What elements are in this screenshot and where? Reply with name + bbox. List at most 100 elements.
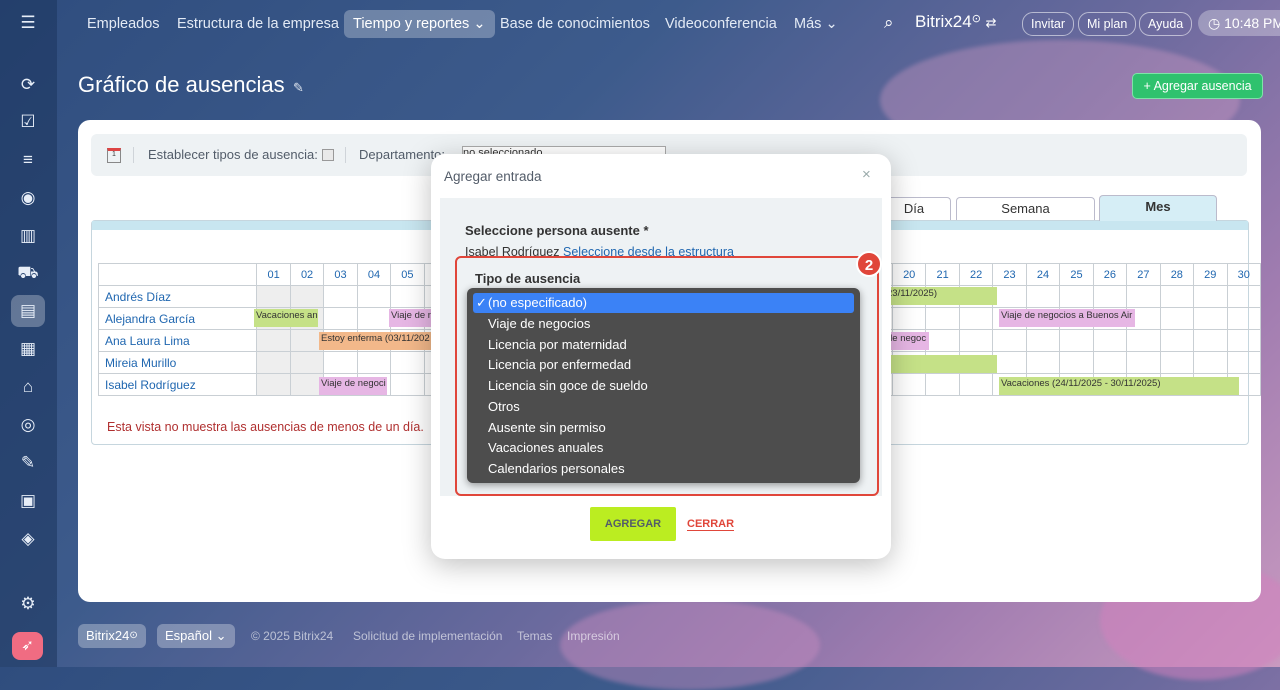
clock-widget[interactable]: ◷ 10:48 PM [1198, 10, 1280, 36]
option-licencia-sin-goce[interactable]: Licencia sin goce de sueldo [473, 376, 854, 396]
calendar-icon[interactable]: ▦ [17, 338, 39, 360]
nav-videoconferencia[interactable]: Videoconferencia [665, 10, 777, 38]
tasks-icon[interactable]: ☑ [17, 111, 39, 133]
calendar-icon[interactable]: 1 [107, 148, 121, 163]
day-cell [256, 351, 291, 374]
cart-icon[interactable]: ⛟ [17, 262, 39, 284]
day-cell [891, 373, 927, 396]
language-button[interactable]: Español ⌄ [157, 624, 235, 648]
clock-icon: ◷ [1208, 15, 1221, 31]
day-cell [1226, 351, 1261, 374]
pin-icon[interactable]: ✎ [293, 80, 304, 96]
feed-icon[interactable]: ⟳ [17, 74, 39, 96]
absence-type-dropdown[interactable]: ✓ (no especificado) Viaje de negocios Lic… [467, 288, 860, 483]
day-cell [1193, 285, 1228, 308]
person-link[interactable]: Alejandra García [97, 307, 258, 330]
day-cell [891, 307, 927, 330]
absence-type-label: Tipo de ausencia [475, 271, 581, 286]
person-link[interactable]: Andrés Díaz [97, 285, 258, 308]
left-sidebar: ☰ ⟳ ☑ ≡ ◉ ▥ ⛟ ▤ ▦ ⌂ ◎ ✎ ▣ ◈ ⚙ ➶ [0, 0, 57, 667]
day-cell [1159, 285, 1195, 308]
option-calendarios-personales[interactable]: Calendarios personales [473, 459, 854, 479]
option-licencia-maternidad[interactable]: Licencia por maternidad [473, 335, 854, 355]
day-cell [992, 329, 1027, 352]
language-label: Español [165, 628, 212, 643]
absence-bar[interactable]: Viaje de n [389, 309, 433, 327]
option-no-especificado[interactable]: ✓ (no especificado) [473, 293, 854, 313]
absence-bar[interactable]: Vacaciones an [254, 309, 318, 327]
person-link[interactable]: Ana Laura Lima [97, 329, 258, 352]
sign-icon[interactable]: ✎ [17, 452, 39, 474]
tab-semana[interactable]: Semana [956, 197, 1095, 220]
copyright: © 2025 Bitrix24 [251, 629, 334, 643]
target-icon[interactable]: ◎ [17, 414, 39, 436]
brand-mark: ⊙ [129, 630, 138, 641]
brand-mark: ⊙ [971, 13, 981, 25]
day-cell [289, 285, 325, 308]
absence-bar[interactable]: Viaje de negoci [319, 377, 387, 395]
clock-time: 10:48 PM [1224, 15, 1280, 31]
tab-mes[interactable]: Mes [1099, 195, 1217, 221]
help-button[interactable]: Ayuda [1139, 12, 1193, 36]
document-icon[interactable]: ▣ [17, 490, 39, 512]
filter-icon[interactable]: ≡ [17, 149, 39, 171]
person-link[interactable]: Mireia Murillo [97, 351, 258, 374]
nav-mas[interactable]: Más ⌄ [794, 10, 838, 38]
absence-bar[interactable]: Estoy enferma (03/11/202 [319, 332, 433, 350]
absence-bar[interactable]: 23/11/2025) [885, 287, 997, 305]
themes-link[interactable]: Temas [517, 629, 552, 643]
add-button[interactable]: AGREGAR [590, 507, 676, 541]
settings-icon[interactable]: ⚙ [17, 593, 39, 615]
absence-chart-icon[interactable]: ▤ [17, 300, 39, 322]
print-link[interactable]: Impresión [567, 629, 620, 643]
add-absence-button[interactable]: + Agregar ausencia [1132, 73, 1263, 99]
option-ausente-sin-permiso[interactable]: Ausente sin permiso [473, 418, 854, 438]
warning-text: Esta vista no muestra las ausencias de m… [107, 420, 424, 434]
day-cell [1025, 285, 1061, 308]
implementation-link[interactable]: Solicitud de implementación [353, 629, 502, 643]
my-plan-button[interactable]: Mi plan [1078, 12, 1137, 36]
set-types-checkbox[interactable] [322, 149, 334, 161]
day-cell [1059, 285, 1094, 308]
absence-bar[interactable]: Vacaciones (24/11/2025 - 30/11/2025) [999, 377, 1239, 395]
day-header: 23 [992, 263, 1027, 286]
close-icon[interactable]: × [862, 166, 871, 183]
day-cell [992, 285, 1027, 308]
option-licencia-enfermedad[interactable]: Licencia por enfermedad [473, 355, 854, 375]
menu-icon[interactable]: ☰ [17, 12, 39, 34]
search-icon[interactable]: ⌕ [884, 13, 894, 33]
nav-empleados[interactable]: Empleados [87, 10, 160, 38]
day-cell [256, 373, 291, 396]
footer-brand-button[interactable]: Bitrix24⊙ [78, 624, 146, 648]
box-icon[interactable]: ◈ [17, 528, 39, 550]
day-cell [1226, 329, 1261, 352]
person-link[interactable]: Isabel Rodríguez [97, 373, 258, 396]
day-cell [1193, 351, 1228, 374]
day-cell [323, 351, 358, 374]
nav-base-conocimientos[interactable]: Base de conocimientos [500, 10, 650, 38]
day-header: 27 [1126, 263, 1161, 286]
day-header: 04 [356, 263, 392, 286]
absence-bar[interactable]: Viaje de negocios a Buenos Air [999, 309, 1135, 327]
chart-icon[interactable]: ▥ [17, 225, 39, 247]
day-cell [1092, 351, 1128, 374]
option-vacaciones-anuales[interactable]: Vacaciones anuales [473, 438, 854, 458]
invite-button[interactable]: Invitar [1022, 12, 1075, 36]
switch-icon[interactable]: ⇄ [986, 15, 997, 30]
day-header: 03 [323, 263, 358, 286]
absence-bar[interactable]: de negoc [885, 332, 929, 350]
rocket-icon[interactable]: ➶ [12, 632, 43, 660]
robot-icon[interactable]: ◉ [17, 187, 39, 209]
absence-bar[interactable] [885, 355, 997, 373]
day-header: 26 [1092, 263, 1128, 286]
option-otros[interactable]: Otros [473, 397, 854, 417]
day-cell [356, 285, 392, 308]
close-button[interactable]: CERRAR [687, 518, 735, 531]
nav-estructura[interactable]: Estructura de la empresa [177, 10, 339, 38]
store-icon[interactable]: ⌂ [17, 376, 39, 398]
day-cell [256, 285, 291, 308]
option-viaje-negocios[interactable]: Viaje de negocios [473, 314, 854, 334]
nav-tiempo-reportes[interactable]: Tiempo y reportes ⌄ [344, 10, 495, 38]
day-cell [958, 373, 994, 396]
day-cell [289, 351, 325, 374]
